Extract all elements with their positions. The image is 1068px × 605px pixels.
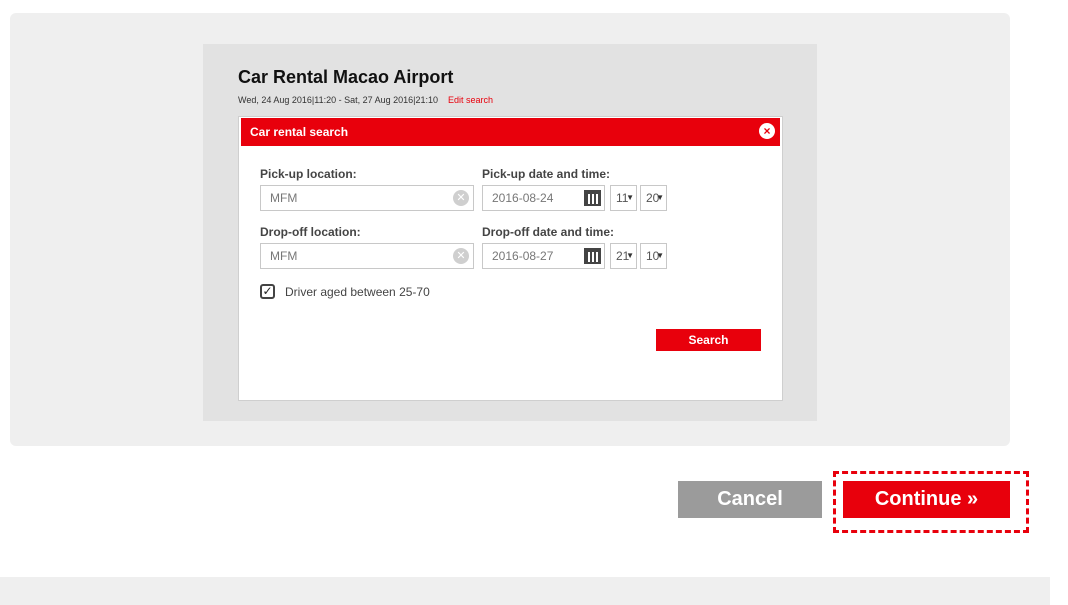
continue-button[interactable]: Continue » bbox=[843, 481, 1010, 518]
rental-dates: Wed, 24 Aug 2016|11:20 - Sat, 27 Aug 201… bbox=[238, 95, 493, 105]
pickup-date-value: 2016-08-24 bbox=[492, 191, 554, 205]
pickup-datetime-label: Pick-up date and time: bbox=[482, 167, 611, 181]
dropoff-minute-select[interactable]: 10 ▼ bbox=[640, 243, 667, 269]
clear-icon[interactable]: ✕ bbox=[453, 248, 469, 264]
chevron-down-icon: ▼ bbox=[626, 251, 634, 260]
chevron-down-icon: ▼ bbox=[626, 193, 634, 202]
dropoff-location-input[interactable]: MFM ✕ bbox=[260, 243, 474, 269]
pickup-minute-select[interactable]: 20 ▼ bbox=[640, 185, 667, 211]
page-title: Car Rental Macao Airport bbox=[238, 67, 454, 87]
rental-dates-text: Wed, 24 Aug 2016|11:20 - Sat, 27 Aug 201… bbox=[238, 95, 439, 105]
dropoff-hour-select[interactable]: 21 ▼ bbox=[610, 243, 637, 269]
dropoff-location-label: Drop-off location: bbox=[260, 225, 361, 239]
calendar-icon[interactable] bbox=[584, 248, 601, 264]
driver-age-label: Driver aged between 25-70 bbox=[285, 285, 430, 299]
clear-icon[interactable]: ✕ bbox=[453, 190, 469, 206]
pickup-location-input[interactable]: MFM ✕ bbox=[260, 185, 474, 211]
pickup-date-input[interactable]: 2016-08-24 bbox=[482, 185, 605, 211]
chevron-down-icon: ▼ bbox=[656, 193, 664, 202]
calendar-icon[interactable] bbox=[584, 190, 601, 206]
dialog-title: Car rental search bbox=[250, 125, 349, 139]
dropoff-datetime-label: Drop-off date and time: bbox=[482, 225, 614, 239]
driver-age-checkbox[interactable]: ✓ bbox=[260, 284, 275, 299]
checkmark-icon: ✓ bbox=[262, 284, 273, 298]
pickup-hour-select[interactable]: 11 ▼ bbox=[610, 185, 637, 211]
pickup-location-value: MFM bbox=[270, 191, 298, 205]
chevron-down-icon: ▼ bbox=[656, 251, 664, 260]
cancel-button[interactable]: Cancel bbox=[678, 481, 822, 518]
close-icon[interactable]: × bbox=[759, 123, 775, 139]
edit-search-link[interactable]: Edit search bbox=[448, 95, 493, 105]
dropoff-date-input[interactable]: 2016-08-27 bbox=[482, 243, 605, 269]
footer-strip bbox=[0, 577, 1050, 605]
dropoff-date-value: 2016-08-27 bbox=[492, 249, 554, 263]
search-button[interactable]: Search bbox=[656, 329, 761, 351]
pickup-location-label: Pick-up location: bbox=[260, 167, 357, 181]
dialog-header: Car rental search × bbox=[241, 118, 780, 146]
dropoff-location-value: MFM bbox=[270, 249, 298, 263]
